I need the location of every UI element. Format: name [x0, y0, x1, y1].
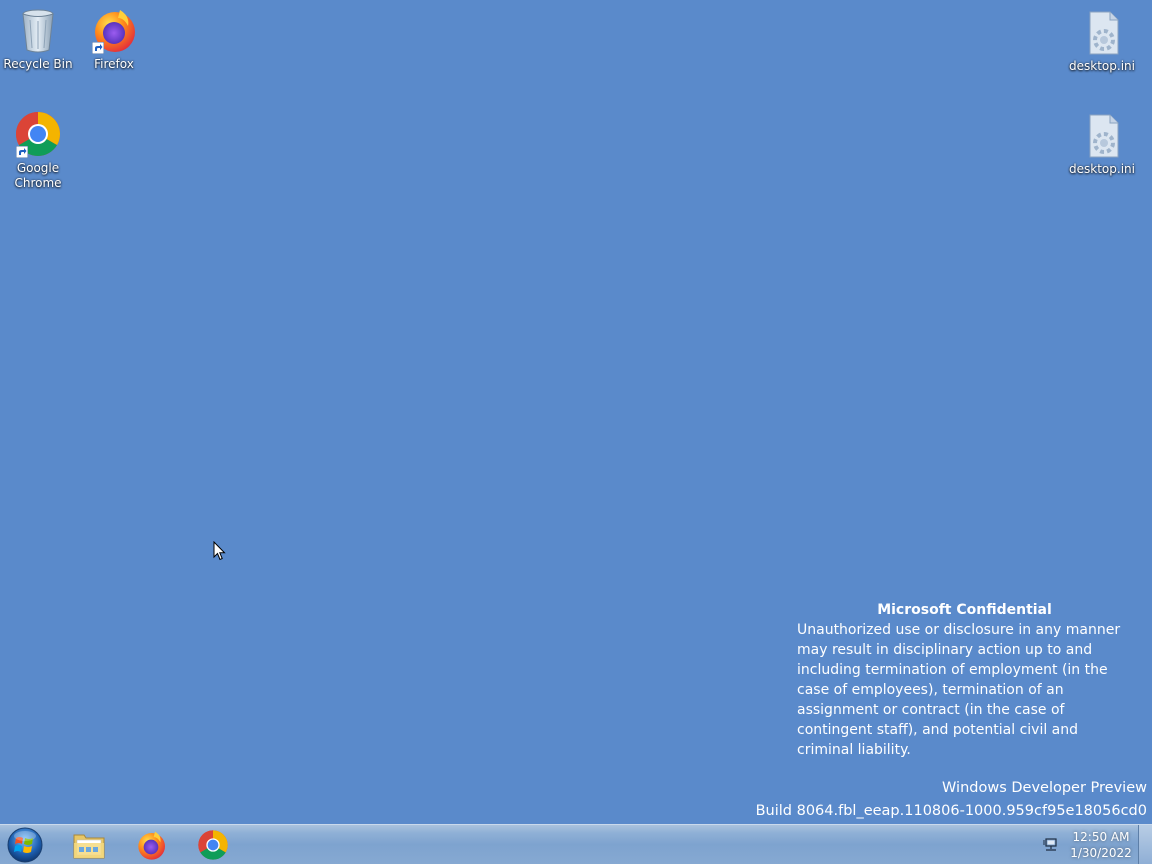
windows-start-orb-icon — [7, 827, 43, 863]
clock-time: 12:50 AM — [1072, 830, 1130, 844]
firefox-icon — [138, 831, 165, 860]
desktop-icon-label: desktop.ini — [1069, 162, 1135, 176]
taskbar-firefox-button[interactable] — [123, 827, 179, 863]
confidential-body: Unauthorized use or disclosure in any ma… — [797, 622, 1121, 758]
shortcut-arrow-icon — [16, 146, 28, 158]
desktop-icon-label: Google Chrome — [14, 161, 62, 190]
desktop-icon-recycle-bin[interactable]: Recycle Bin — [0, 6, 76, 72]
desktop-icon-label: Firefox — [94, 57, 134, 71]
desktop-icon-firefox[interactable]: Firefox — [76, 6, 152, 72]
taskbar: 12:50 AM 1/30/2022 — [0, 824, 1152, 864]
start-button[interactable] — [4, 825, 46, 864]
desktop: Recycle Bin Firefox Google Chrome deskto… — [0, 0, 1152, 824]
recycle-bin-icon — [14, 6, 62, 54]
chrome-icon — [14, 110, 62, 158]
taskbar-windows-explorer-button[interactable] — [61, 827, 117, 863]
desktop-icon-desktop-ini[interactable]: desktop.ini — [1064, 111, 1140, 177]
build-watermark: Build 8064.fbl_eeap.110806-1000.959cf95e… — [755, 803, 1147, 819]
desktop-icon-desktop-ini[interactable]: desktop.ini — [1064, 8, 1140, 74]
system-clock[interactable]: 12:50 AM 1/30/2022 — [1066, 829, 1136, 861]
clock-date: 1/30/2022 — [1070, 846, 1132, 860]
mouse-cursor-icon — [213, 541, 226, 561]
desktop-icon-label: Recycle Bin — [3, 57, 73, 71]
chrome-icon — [198, 830, 228, 860]
show-desktop-button[interactable] — [1138, 825, 1152, 864]
settings-file-icon — [1078, 111, 1126, 159]
shortcut-arrow-icon — [92, 42, 104, 54]
settings-file-icon — [1078, 8, 1126, 56]
confidential-notice: Microsoft Confidential Unauthorized use … — [797, 600, 1137, 760]
firefox-icon — [90, 6, 138, 54]
desktop-icon-google-chrome[interactable]: Google Chrome — [0, 110, 76, 191]
taskbar-google-chrome-button[interactable] — [185, 827, 241, 863]
network-icon[interactable] — [1043, 837, 1059, 853]
folder-icon — [73, 834, 105, 859]
desktop-icon-label: desktop.ini — [1069, 59, 1135, 73]
product-watermark: Windows Developer Preview — [942, 780, 1147, 796]
confidential-title: Microsoft Confidential — [877, 602, 1052, 618]
